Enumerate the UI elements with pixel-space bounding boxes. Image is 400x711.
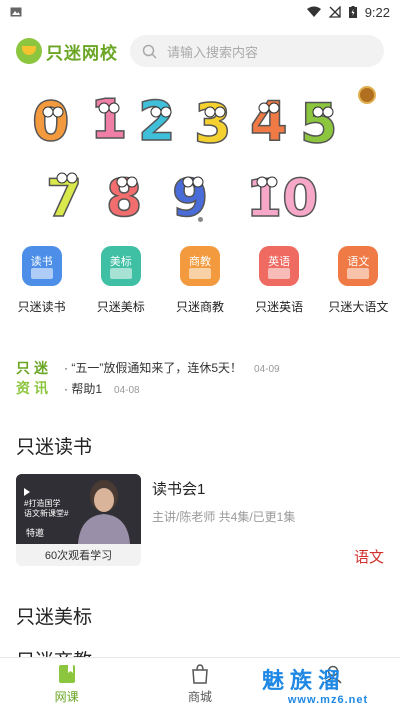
news-logo-line1: 只迷 — [16, 360, 52, 376]
carousel-indicator — [0, 217, 400, 222]
category-label: 只迷商教 — [175, 300, 224, 314]
emblem-icon — [358, 86, 376, 104]
category-label: 只迷大语文 — [328, 300, 389, 314]
tab-courses[interactable]: 网课 — [0, 658, 133, 711]
en-book-icon: 英语 — [259, 246, 300, 286]
svg-text:5: 5 — [300, 92, 338, 155]
category-reading[interactable]: 读书 只迷读书 — [3, 246, 81, 322]
app-header: 只迷网校 请输入搜索内容 — [0, 30, 400, 72]
news-title: “五一”放假通知来了，连休5天！ — [71, 361, 243, 375]
thumb-text-2: 语文新课堂# — [24, 509, 69, 518]
category-label: 只迷读书 — [17, 300, 66, 314]
search-icon — [142, 44, 157, 59]
watermark-title: 魅族溜 — [262, 668, 347, 693]
svg-text:2: 2 — [138, 90, 176, 153]
shopping-bag-icon — [192, 664, 208, 684]
news-logo-line2: 资讯 — [16, 380, 52, 396]
news-date: 04-08 — [114, 385, 140, 396]
course-thumbnail: #打造国学 语文新课堂# 特邀 60次观看学习 — [16, 474, 141, 566]
calendar-icon: 美标 — [100, 246, 141, 286]
briefcase-icon: 商教 — [179, 246, 220, 286]
section-title-meibiao: 只迷美标 — [16, 607, 93, 628]
clock-time: 9:22 — [364, 4, 390, 20]
svg-text:3: 3 — [194, 92, 232, 155]
news-title: 帮助1 — [71, 382, 103, 396]
category-label: 只迷英语 — [255, 300, 304, 314]
course-title: 读书会1 — [152, 481, 206, 498]
brand-logo-icon — [16, 38, 42, 64]
category-meibiao[interactable]: 美标 只迷美标 — [82, 246, 160, 322]
section-title-reading: 只迷读书 — [16, 437, 93, 458]
chinese-book-icon: 语文 — [338, 246, 379, 286]
news-ticker: 只迷 资讯 · “五一”放假通知来了，连休5天！ 04-09 · 帮助1 04-… — [16, 356, 384, 400]
category-grid: 读书 只迷读书 美标 只迷美标 商教 只迷商教 英语 只迷英语 语文 只迷大语文 — [0, 246, 400, 322]
course-thumbnail-image: #打造国学 语文新课堂# 特邀 — [16, 474, 141, 544]
book-icon: 读书 — [21, 246, 62, 286]
news-list: · “五一”放假通知来了，连休5天！ 04-09 · 帮助1 04-08 — [64, 359, 280, 397]
bookmark-book-icon — [58, 665, 75, 683]
svg-text:1: 1 — [90, 88, 128, 151]
category-english[interactable]: 英语 只迷英语 — [240, 246, 318, 322]
news-item[interactable]: · 帮助1 04-08 — [64, 380, 280, 397]
tab-label: 商城 — [187, 690, 212, 704]
course-subject-tag: 语文 — [353, 549, 384, 566]
news-logo: 只迷 资讯 — [16, 358, 54, 398]
tab-mall[interactable]: 商城 — [133, 658, 266, 711]
search-input[interactable]: 请输入搜索内容 — [130, 35, 384, 67]
course-views: 60次观看学习 — [44, 550, 113, 562]
search-placeholder: 请输入搜索内容 — [167, 44, 259, 60]
site-watermark: 魅族溜 www.mz6.net — [262, 668, 394, 708]
carousel-dot-active — [197, 217, 203, 222]
category-chinese[interactable]: 语文 只迷大语文 — [319, 246, 397, 322]
thumb-text-3: 特邀 — [26, 528, 45, 538]
banner-numbers-illustration: 0 1 2 3 4 5 7 8 9 10 — [31, 87, 338, 228]
svg-text:4: 4 — [250, 90, 288, 153]
category-shangjiao[interactable]: 商教 只迷商教 — [161, 246, 239, 322]
category-label: 只迷美标 — [96, 300, 145, 314]
banner-carousel[interactable]: 0 1 2 3 4 5 7 8 9 10 — [0, 78, 400, 228]
svg-text:0: 0 — [32, 90, 70, 153]
brand-name: 只迷网校 — [46, 43, 118, 63]
course-meta: 主讲/陈老师 共4集/已更1集 — [152, 510, 296, 524]
news-date: 04-09 — [254, 364, 280, 375]
watermark-url: www.mz6.net — [287, 694, 369, 706]
course-card[interactable]: #打造国学 语文新课堂# 特邀 60次观看学习 读书会1 主讲/陈老师 共4集/… — [16, 474, 384, 566]
no-signal-icon — [328, 6, 341, 18]
image-notification-icon — [10, 7, 22, 17]
tab-label: 网课 — [54, 690, 79, 704]
brand-logo: 只迷网校 — [16, 38, 118, 64]
battery-charging-icon — [348, 6, 357, 18]
wifi-icon — [306, 6, 321, 17]
news-item[interactable]: · “五一”放假通知来了，连休5天！ 04-09 — [64, 359, 280, 376]
status-bar: 9:22 — [0, 0, 400, 24]
